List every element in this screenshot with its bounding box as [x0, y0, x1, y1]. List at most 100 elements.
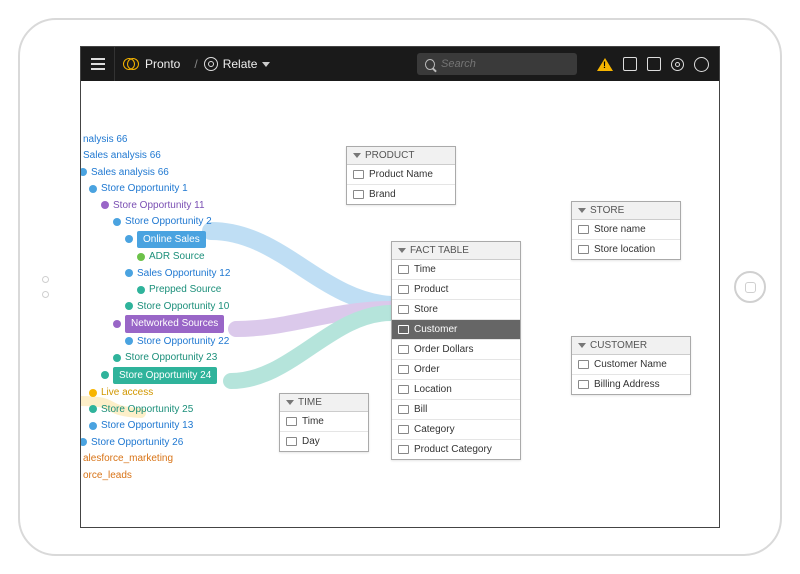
field-row[interactable]: Customer: [392, 320, 520, 340]
search-input[interactable]: [441, 58, 569, 70]
present-icon[interactable]: [623, 57, 637, 71]
field-row[interactable]: Store name: [572, 220, 680, 240]
field-row[interactable]: Product Category: [392, 440, 520, 459]
tree-item[interactable]: Store Opportunity 2: [113, 214, 230, 231]
collapse-icon: [286, 400, 294, 405]
canvas[interactable]: nalysis 66Sales analysis 66Sales analysi…: [81, 81, 719, 527]
field-label: Time: [302, 416, 324, 427]
field-row[interactable]: Store: [392, 300, 520, 320]
field-row[interactable]: Order Dollars: [392, 340, 520, 360]
node-icon: [113, 320, 121, 328]
node-icon: [125, 302, 133, 310]
field-icon: [398, 365, 409, 374]
section-dropdown[interactable]: Relate: [204, 57, 271, 71]
tree-item[interactable]: Sales analysis 66: [81, 148, 230, 165]
field-row[interactable]: Time: [392, 260, 520, 280]
collapse-icon: [578, 343, 586, 348]
collapse-icon: [398, 248, 406, 253]
collapse-icon: [353, 153, 361, 158]
field-row[interactable]: Product: [392, 280, 520, 300]
panel-header[interactable]: PRODUCT: [347, 147, 455, 165]
field-row[interactable]: Billing Address: [572, 375, 690, 394]
field-label: Product Name: [369, 169, 433, 180]
tree-item[interactable]: Store Opportunity 11: [101, 197, 230, 214]
field-label: Customer: [414, 324, 457, 335]
panel-fact-table[interactable]: FACT TABLE Time Product Store Customer Order …: [391, 241, 521, 460]
field-row[interactable]: Time: [280, 412, 368, 432]
field-icon: [398, 445, 409, 454]
tree-item[interactable]: Store Opportunity 22: [125, 333, 230, 350]
tablet-frame: Pronto / Relate: [18, 18, 782, 556]
tree-item[interactable]: nalysis 66: [81, 131, 230, 148]
tree-item[interactable]: Store Opportunity 1: [89, 181, 230, 198]
tree-item[interactable]: Live access: [89, 385, 230, 402]
user-icon[interactable]: [694, 57, 709, 72]
tree-item[interactable]: Store Opportunity 13: [89, 418, 230, 435]
tree-item-label: nalysis 66: [83, 132, 127, 148]
app-screen: Pronto / Relate: [80, 46, 720, 528]
panel-header[interactable]: TIME: [280, 394, 368, 412]
field-label: Time: [414, 264, 436, 275]
tree-item-label: Store Opportunity 10: [137, 299, 229, 315]
panel-title: FACT TABLE: [410, 245, 469, 256]
field-row[interactable]: Product Name: [347, 165, 455, 185]
panel-header[interactable]: STORE: [572, 202, 680, 220]
panel-time[interactable]: TIME Time Day: [279, 393, 369, 452]
tree-item[interactable]: Online Sales: [125, 230, 230, 249]
tree-item[interactable]: Store Opportunity 26: [81, 434, 230, 451]
field-label: Store name: [594, 224, 646, 235]
source-tree[interactable]: nalysis 66Sales analysis 66Sales analysi…: [81, 131, 230, 484]
field-row[interactable]: Category: [392, 420, 520, 440]
alert-icon[interactable]: [597, 58, 613, 71]
field-icon: [398, 345, 409, 354]
field-icon: [578, 225, 589, 234]
node-icon: [113, 218, 121, 226]
field-row[interactable]: Day: [280, 432, 368, 451]
tree-item-label: orce_leads: [83, 468, 132, 484]
field-label: Product: [414, 284, 448, 295]
node-icon: [113, 354, 121, 362]
tree-item[interactable]: Store Opportunity 10: [125, 298, 230, 315]
tree-item[interactable]: Store Opportunity 23: [113, 350, 230, 367]
panel-customer[interactable]: CUSTOMERCustomer NameBilling Address: [571, 336, 691, 395]
field-row[interactable]: Bill: [392, 400, 520, 420]
tree-item[interactable]: alesforce_marketing: [81, 451, 230, 468]
panel-header[interactable]: FACT TABLE: [392, 242, 520, 260]
node-icon: [89, 185, 97, 193]
tree-item[interactable]: Store Opportunity 24: [101, 366, 230, 385]
field-row[interactable]: Customer Name: [572, 355, 690, 375]
tree-item-label: Store Opportunity 13: [101, 418, 193, 434]
gear-icon[interactable]: [671, 58, 684, 71]
tree-item[interactable]: orce_leads: [81, 467, 230, 484]
tree-item-pill: Networked Sources: [125, 315, 224, 333]
tree-item[interactable]: ADR Source: [137, 249, 230, 266]
field-row[interactable]: Location: [392, 380, 520, 400]
tree-item-label: Store Opportunity 2: [125, 214, 212, 230]
panel-icon[interactable]: [647, 57, 661, 71]
tree-item[interactable]: Sales analysis 66: [81, 164, 230, 181]
search-box[interactable]: [417, 53, 577, 75]
panel-store[interactable]: STORE Store name Store location: [571, 201, 681, 260]
tree-item-label: alesforce_marketing: [83, 451, 173, 467]
field-row[interactable]: Order: [392, 360, 520, 380]
tree-item-label: Sales Opportunity 12: [137, 266, 230, 282]
tree-item[interactable]: Store Opportunity 25: [89, 401, 230, 418]
tree-item[interactable]: Prepped Source: [137, 282, 230, 299]
field-row[interactable]: Brand: [347, 185, 455, 204]
panel-product[interactable]: PRODUCT Product Name Brand: [346, 146, 456, 205]
tree-item[interactable]: Sales Opportunity 12: [125, 265, 230, 282]
field-row[interactable]: Store location: [572, 240, 680, 259]
app-logo[interactable]: Pronto: [123, 56, 180, 72]
node-icon: [137, 286, 145, 294]
section-label: Relate: [223, 57, 258, 71]
home-button[interactable]: [734, 271, 766, 303]
tree-item[interactable]: Networked Sources: [113, 315, 230, 334]
field-icon: [353, 190, 364, 199]
field-label: Day: [302, 436, 320, 447]
field-label: Bill: [414, 404, 427, 415]
field-icon: [398, 265, 409, 274]
field-icon: [578, 380, 589, 389]
menu-button[interactable]: [81, 47, 115, 81]
panel-header[interactable]: CUSTOMER: [572, 337, 690, 355]
field-label: Product Category: [414, 444, 492, 455]
